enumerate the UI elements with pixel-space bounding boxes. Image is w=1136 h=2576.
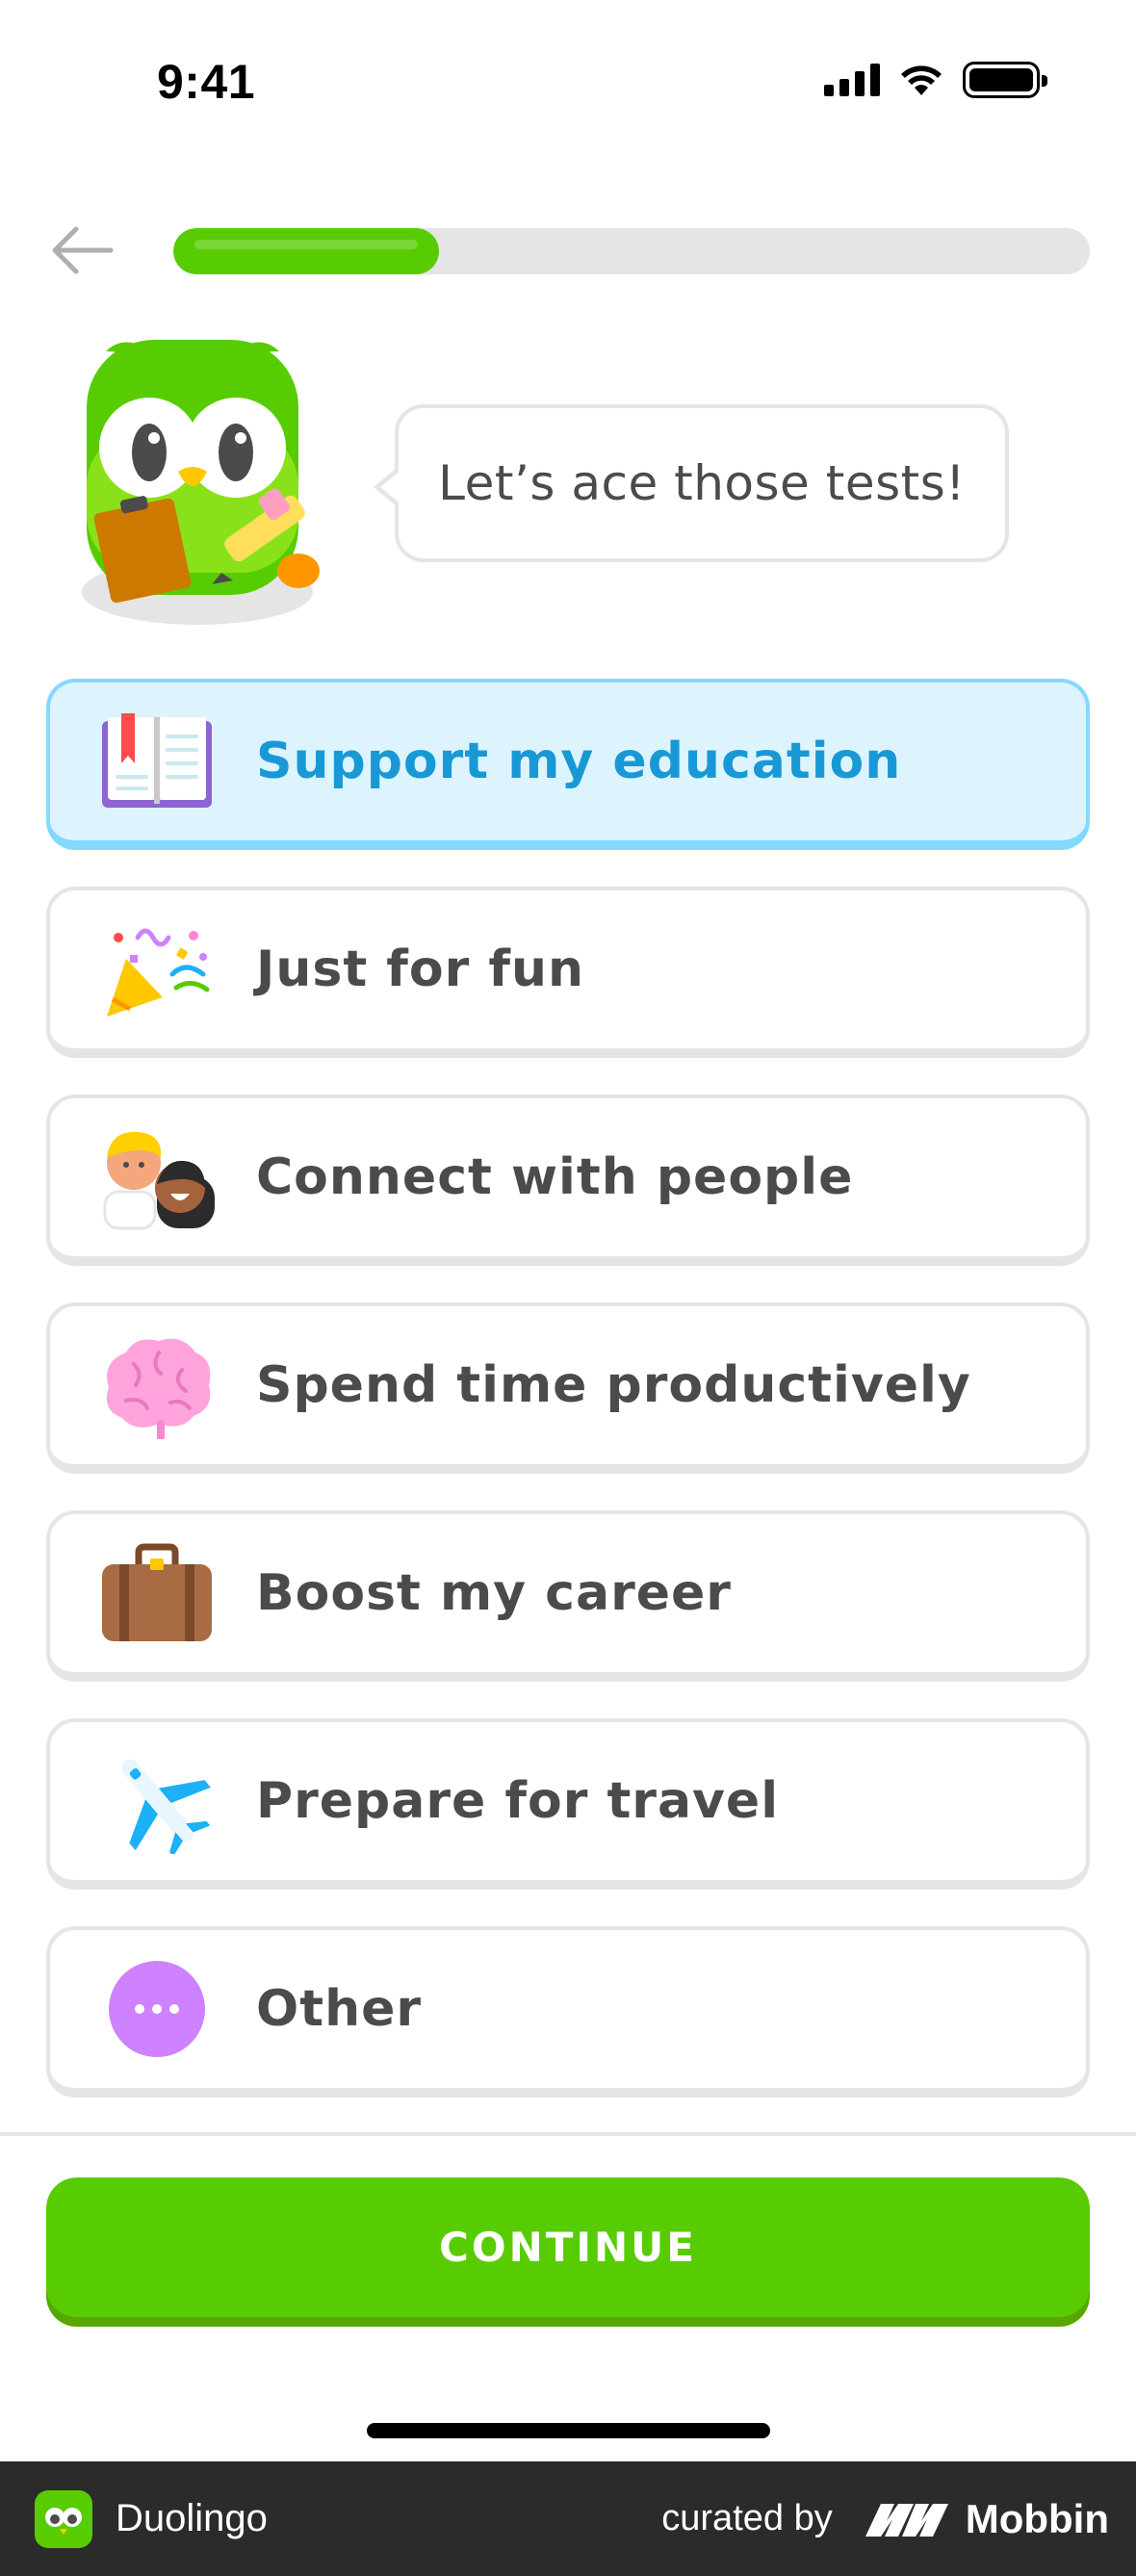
continue-button[interactable]: CONTINUE xyxy=(46,2177,1090,2317)
people-icon xyxy=(96,1124,218,1230)
option-boost-my-career[interactable]: Boost my career xyxy=(46,1510,1090,1682)
footer-divider xyxy=(0,2132,1136,2136)
option-label: Connect with people xyxy=(256,1148,854,1206)
option-label: Prepare for travel xyxy=(256,1772,780,1830)
cellular-signal-icon xyxy=(824,64,880,96)
home-indicator[interactable] xyxy=(367,2423,770,2438)
mobbin-watermark-bar: Duolingo curated by Mobbin xyxy=(0,2461,1136,2576)
motivation-options-list: Support my education Just for fun Connec… xyxy=(46,679,1090,2134)
option-connect-with-people[interactable]: Connect with people xyxy=(46,1095,1090,1266)
status-bar: 9:41 xyxy=(0,0,1136,164)
option-label: Boost my career xyxy=(256,1564,732,1622)
airplane-icon xyxy=(96,1748,218,1854)
brain-icon xyxy=(96,1332,218,1439)
status-time: 9:41 xyxy=(157,55,256,109)
party-popper-icon xyxy=(96,916,218,1022)
speech-text: Let’s ace those tests! xyxy=(438,455,966,511)
option-label: Other xyxy=(256,1980,422,2038)
duolingo-logo-icon xyxy=(35,2489,92,2548)
option-other[interactable]: Other xyxy=(46,1926,1090,2098)
briefcase-icon xyxy=(96,1540,218,1646)
option-just-for-fun[interactable]: Just for fun xyxy=(46,887,1090,1058)
wifi-icon xyxy=(901,65,942,95)
app-name: Duolingo xyxy=(116,2497,268,2539)
option-spend-time-productively[interactable]: Spend time productively xyxy=(46,1302,1090,1474)
more-dots-icon xyxy=(96,1956,218,2062)
option-label: Spend time productively xyxy=(256,1356,971,1414)
back-button[interactable] xyxy=(44,217,117,284)
curated-by-label: curated by xyxy=(661,2498,833,2538)
open-book-icon xyxy=(96,708,218,814)
owl-mascot-image xyxy=(82,340,320,625)
continue-label: CONTINUE xyxy=(439,2224,697,2271)
mobbin-logo-icon xyxy=(865,2503,948,2537)
progress-bar xyxy=(173,228,1090,274)
option-label: Just for fun xyxy=(256,940,585,998)
battery-icon xyxy=(963,62,1047,98)
option-support-my-education[interactable]: Support my education xyxy=(46,679,1090,850)
option-prepare-for-travel[interactable]: Prepare for travel xyxy=(46,1718,1090,1890)
mobbin-name: Mobbin xyxy=(965,2495,1109,2541)
progress-fill xyxy=(173,228,440,274)
option-label: Support my education xyxy=(256,733,902,790)
arrow-left-icon xyxy=(52,226,114,274)
speech-bubble: Let’s ace those tests! xyxy=(374,404,1009,562)
status-icons xyxy=(824,62,1047,98)
